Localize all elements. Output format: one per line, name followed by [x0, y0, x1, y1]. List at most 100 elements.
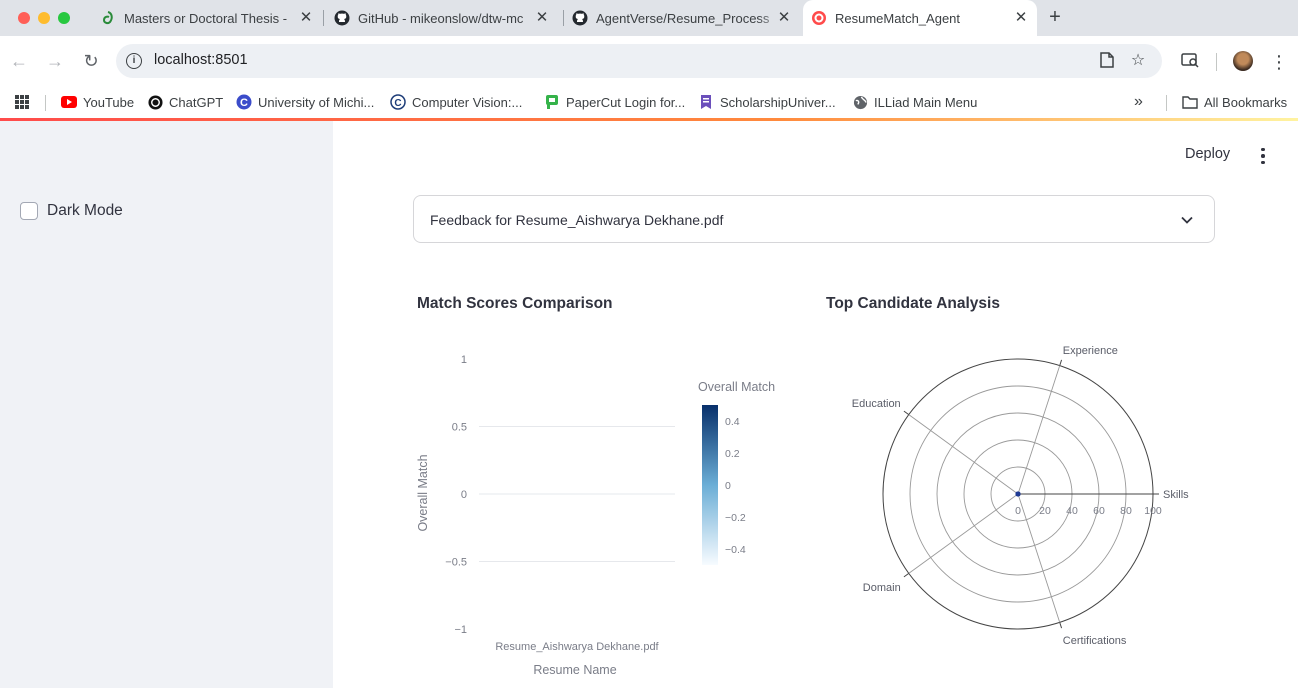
tab-title: ResumeMatch_Agent	[835, 10, 961, 26]
bookmarks-bar: YouTube ChatGPT C University of Michi...…	[0, 86, 1298, 118]
bar-chart[interactable]: 1 0.5 0 −0.5 −1 Resume_Aishwarya Dekhane.pdf…	[413, 341, 793, 681]
browser-tab-bar: Masters or Doctoral Thesis - ✕ GitHub - …	[0, 0, 1298, 36]
colorbar-tick-label: 0	[725, 480, 731, 492]
radar-axis-label: Domain	[863, 582, 901, 594]
bookmark-separator	[1166, 95, 1167, 111]
radar-point[interactable]	[1015, 491, 1021, 497]
bookmark-label: All Bookmarks	[1204, 94, 1288, 110]
bookmark-label: ChatGPT	[169, 94, 224, 110]
apps-grid-icon[interactable]	[14, 90, 30, 114]
chatgpt-icon	[147, 94, 163, 110]
chevron-down-icon	[1181, 216, 1193, 224]
browser-tab-agentverse[interactable]: AgentVerse/Resume_Process ✕	[566, 0, 800, 36]
radial-tick-label: 100	[1144, 505, 1162, 517]
bookmark-label: Computer Vision:...	[412, 94, 523, 110]
forward-icon[interactable]: →	[45, 51, 65, 71]
bookmark-umich[interactable]: C University of Michi...	[236, 90, 374, 114]
tab-separator	[323, 10, 324, 26]
colorbar	[702, 405, 718, 565]
close-window-button[interactable]	[18, 12, 30, 24]
colorbar-tick-label: 0.4	[725, 416, 740, 428]
x-axis-label: Resume Name	[533, 663, 616, 677]
bookmark-papercut[interactable]: PaperCut Login for...	[544, 90, 685, 114]
radar-axis-label: Certifications	[1063, 635, 1127, 647]
reload-icon[interactable]: ↻	[81, 51, 101, 71]
url-text[interactable]: localhost:8501	[154, 52, 248, 68]
x-tick-label: Resume_Aishwarya Dekhane.pdf	[495, 641, 659, 653]
radial-tick-label: 80	[1120, 505, 1132, 517]
bookmark-computer-vision[interactable]: C Computer Vision:...	[390, 90, 522, 114]
bookmark-label: ILLiad Main Menu	[874, 94, 978, 110]
radar-axis-label: Skills	[1163, 489, 1189, 501]
browser-menu-icon[interactable]: ⋮	[1270, 52, 1288, 72]
maximize-window-button[interactable]	[58, 12, 70, 24]
tab-title: GitHub - mikeonslow/dtw-mc	[358, 10, 524, 26]
bookmark-star-icon[interactable]: ☆	[1129, 52, 1147, 70]
colorbar-tick-label: −0.4	[725, 544, 746, 556]
checkbox-box[interactable]	[20, 202, 38, 220]
tab-search-icon[interactable]	[1180, 52, 1200, 72]
svg-text:C: C	[394, 98, 401, 109]
bookmark-illiad[interactable]: ILLiad Main Menu	[852, 90, 977, 114]
main-content: Deploy Feedback for Resume_Aishwarya Dek…	[333, 121, 1298, 688]
more-bookmarks-chevron[interactable]: »	[1134, 90, 1143, 114]
close-tab-icon[interactable]: ✕	[776, 10, 792, 26]
toolbar-separator	[1216, 53, 1217, 71]
streamlit-icon	[811, 10, 827, 26]
github-icon	[334, 10, 350, 26]
y-tick-label: −1	[454, 624, 467, 636]
bookmark-separator	[45, 95, 46, 111]
radar-chart-title: Top Candidate Analysis	[826, 295, 1000, 312]
close-tab-icon[interactable]: ✕	[534, 10, 550, 26]
colorbar-tick-label: 0.2	[725, 448, 740, 460]
radar-axis-tick	[1059, 622, 1063, 629]
y-tick-label: −0.5	[445, 557, 467, 569]
youtube-icon	[61, 94, 77, 110]
bookmark-youtube[interactable]: YouTube	[61, 90, 134, 114]
globe-icon	[852, 94, 868, 110]
radial-tick-label: 40	[1066, 505, 1078, 517]
dark-mode-checkbox[interactable]: Dark Mode	[20, 202, 123, 220]
cv-icon: C	[390, 94, 406, 110]
bookmark-label: YouTube	[83, 94, 135, 110]
back-icon[interactable]: ←	[9, 51, 29, 71]
deploy-button[interactable]: Deploy	[1185, 146, 1230, 162]
main-menu-icon[interactable]	[1254, 146, 1272, 166]
bookmark-chatgpt[interactable]: ChatGPT	[147, 90, 223, 114]
y-tick-label: 1	[461, 354, 467, 366]
y-tick-label: 0.5	[452, 422, 467, 434]
sidebar: Dark Mode	[0, 121, 333, 688]
github-icon	[572, 10, 588, 26]
radar-axis-label: Experience	[1063, 345, 1118, 357]
profile-avatar[interactable]	[1233, 51, 1253, 71]
bar-chart-title: Match Scores Comparison	[417, 295, 613, 312]
umich-icon: C	[236, 94, 252, 110]
minimize-window-button[interactable]	[38, 12, 50, 24]
y-axis-label: Overall Match	[416, 454, 430, 531]
close-tab-icon[interactable]: ✕	[1013, 10, 1029, 26]
browser-tab-github-dtw[interactable]: GitHub - mikeonslow/dtw-mc ✕	[326, 0, 558, 36]
page-icon[interactable]	[1098, 52, 1116, 70]
bookmark-label: University of Michi...	[258, 94, 375, 110]
browser-tab-thesis[interactable]: Masters or Doctoral Thesis - ✕	[92, 0, 322, 36]
address-bar[interactable]: i localhost:8501 ☆	[116, 44, 1162, 78]
all-bookmarks-folder[interactable]: All Bookmarks	[1182, 90, 1287, 114]
radial-tick-label: 60	[1093, 505, 1105, 517]
radar-spoke	[908, 493, 1019, 574]
radial-tick-label: 20	[1039, 505, 1051, 517]
scholarship-icon	[698, 94, 714, 110]
tab-separator	[563, 10, 564, 26]
site-info-icon[interactable]: i	[126, 53, 142, 69]
browser-tab-resumematch[interactable]: ResumeMatch_Agent ✕	[803, 0, 1037, 36]
papercut-icon	[544, 94, 560, 110]
radar-axis-label: Education	[852, 398, 901, 410]
close-tab-icon[interactable]: ✕	[298, 10, 314, 26]
new-tab-button[interactable]: +	[1045, 7, 1065, 28]
colorbar-title: Overall Match	[698, 380, 775, 394]
radar-axis-tick	[903, 410, 910, 416]
bookmark-scholarship[interactable]: ScholarshipUniver...	[698, 90, 836, 114]
radar-axis-tick	[903, 572, 910, 578]
y-tick-label: 0	[461, 489, 467, 501]
feedback-expander[interactable]: Feedback for Resume_Aishwarya Dekhane.pd…	[413, 195, 1215, 243]
radar-chart[interactable]: 0 20 40 60 80 100 Skills Experience Education Do…	[833, 341, 1193, 681]
